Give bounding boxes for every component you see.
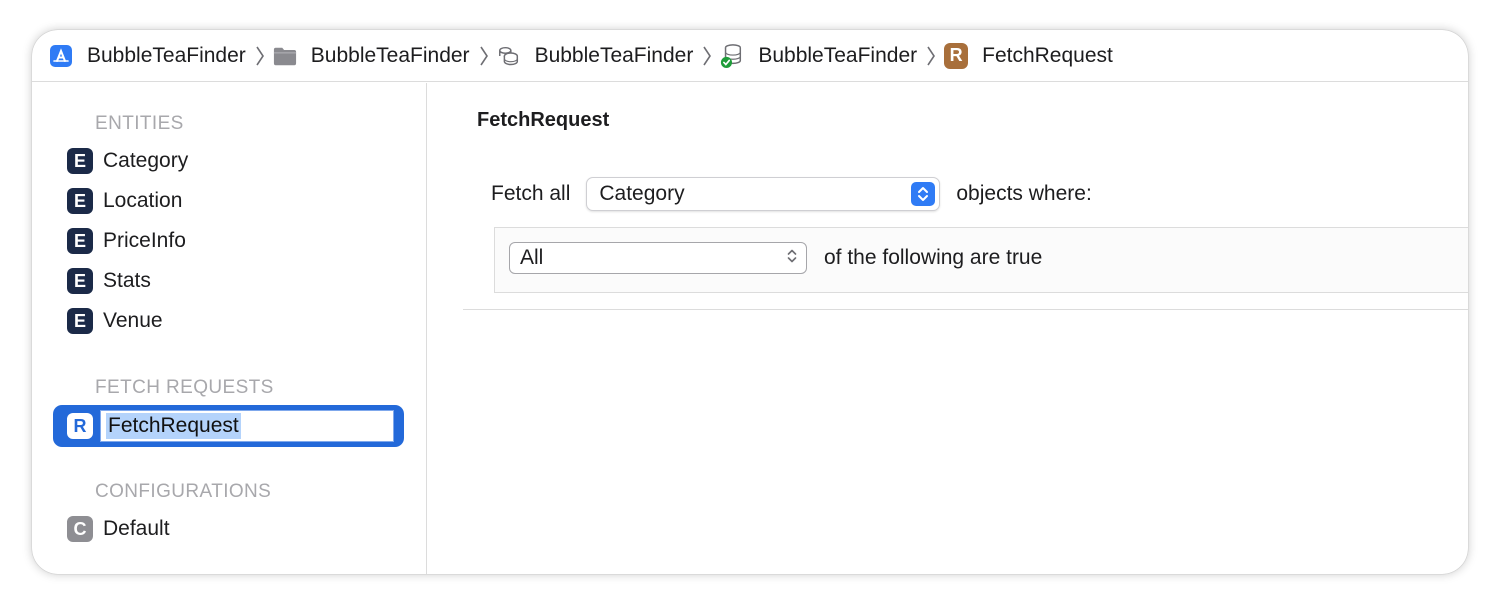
chevron-up-down-icon bbox=[911, 182, 936, 206]
entity-icon: E bbox=[67, 308, 93, 334]
configuration-icon: C bbox=[67, 516, 93, 542]
sidebar-item-label: Location bbox=[103, 189, 183, 212]
match-type-popup-button[interactable]: All bbox=[509, 242, 807, 274]
sidebar-item-label: Default bbox=[103, 517, 170, 540]
sidebar-item-stats[interactable]: E Stats bbox=[67, 265, 151, 297]
breadcrumb-label: BubbleTeaFinder bbox=[310, 43, 470, 67]
breadcrumb-item-datamodel-version[interactable]: BubbleTeaFinder bbox=[720, 44, 917, 68]
fetch-entity-row: Fetch all Category objects where: bbox=[491, 177, 1092, 211]
breadcrumb-item-project[interactable]: BubbleTeaFinder bbox=[49, 44, 246, 68]
sidebar-item-location[interactable]: E Location bbox=[67, 185, 182, 217]
chevron-right-icon bbox=[255, 44, 265, 68]
breadcrumb-item-model[interactable]: BubbleTeaFinder bbox=[497, 43, 694, 68]
fetch-prefix-label: Fetch all bbox=[491, 182, 571, 205]
breadcrumb-item-fetch-request[interactable]: R FetchRequest bbox=[944, 42, 1113, 69]
breadcrumb-label: BubbleTeaFinder bbox=[758, 43, 918, 67]
fetch-request-icon: R bbox=[67, 413, 93, 439]
folder-icon bbox=[273, 44, 297, 68]
editor-window: BubbleTeaFinder BubbleTeaFinder BubbleTe… bbox=[32, 30, 1468, 574]
chevron-right-icon bbox=[479, 44, 489, 68]
sidebar-item-category[interactable]: E Category bbox=[67, 145, 188, 177]
sidebar-item-label: Stats bbox=[103, 269, 151, 292]
sidebar-item-label: Venue bbox=[103, 309, 163, 332]
fetch-request-editor: FetchRequest Fetch all Category objects … bbox=[427, 83, 1468, 574]
fetch-requests-section-title: FETCH REQUESTS bbox=[95, 377, 274, 398]
entity-icon: E bbox=[67, 268, 93, 294]
entity-icon: E bbox=[67, 148, 93, 174]
configurations-section-title: CONFIGURATIONS bbox=[95, 481, 272, 502]
match-type-value: All bbox=[520, 246, 544, 269]
entity-icon: E bbox=[67, 188, 93, 214]
sidebar-item-fetchrequest[interactable]: R FetchRequest bbox=[53, 405, 404, 447]
fetch-suffix-label: objects where: bbox=[956, 182, 1092, 205]
sidebar-item-label: Category bbox=[103, 149, 189, 172]
data-model-icon bbox=[497, 44, 521, 68]
rename-field[interactable]: FetchRequest bbox=[100, 410, 394, 442]
model-outline-sidebar: ENTITIES E Category E Location E PriceIn… bbox=[32, 83, 427, 574]
page-title: FetchRequest bbox=[477, 109, 610, 131]
chevron-right-icon bbox=[702, 44, 712, 68]
rename-field-text: FetchRequest bbox=[106, 413, 241, 439]
chevron-up-down-icon bbox=[786, 247, 798, 270]
entity-icon: E bbox=[67, 228, 93, 254]
match-suffix-label: of the following are true bbox=[824, 246, 1043, 269]
entity-popup-button[interactable]: Category bbox=[586, 177, 941, 211]
sidebar-item-label: PriceInfo bbox=[103, 229, 186, 252]
breadcrumb-label: BubbleTeaFinder bbox=[534, 43, 694, 67]
sidebar-item-venue[interactable]: E Venue bbox=[67, 305, 163, 337]
breadcrumb-label: FetchRequest bbox=[982, 43, 1113, 67]
fetch-request-badge: R bbox=[944, 42, 969, 69]
predicate-editor: All of the following are true bbox=[494, 227, 1468, 293]
chevron-right-icon bbox=[926, 44, 936, 68]
breadcrumb: BubbleTeaFinder BubbleTeaFinder BubbleTe… bbox=[32, 30, 1468, 82]
breadcrumb-label: BubbleTeaFinder bbox=[87, 43, 246, 67]
database-check-icon bbox=[720, 43, 744, 68]
sidebar-item-priceinfo[interactable]: E PriceInfo bbox=[67, 225, 186, 257]
entities-section-title: ENTITIES bbox=[95, 113, 184, 134]
entity-popup-value: Category bbox=[599, 182, 685, 205]
fetch-request-icon: R bbox=[944, 42, 969, 69]
breadcrumb-item-folder[interactable]: BubbleTeaFinder bbox=[273, 44, 470, 68]
divider bbox=[463, 309, 1468, 310]
sidebar-item-default[interactable]: C Default bbox=[67, 513, 170, 545]
app-icon bbox=[49, 44, 73, 68]
